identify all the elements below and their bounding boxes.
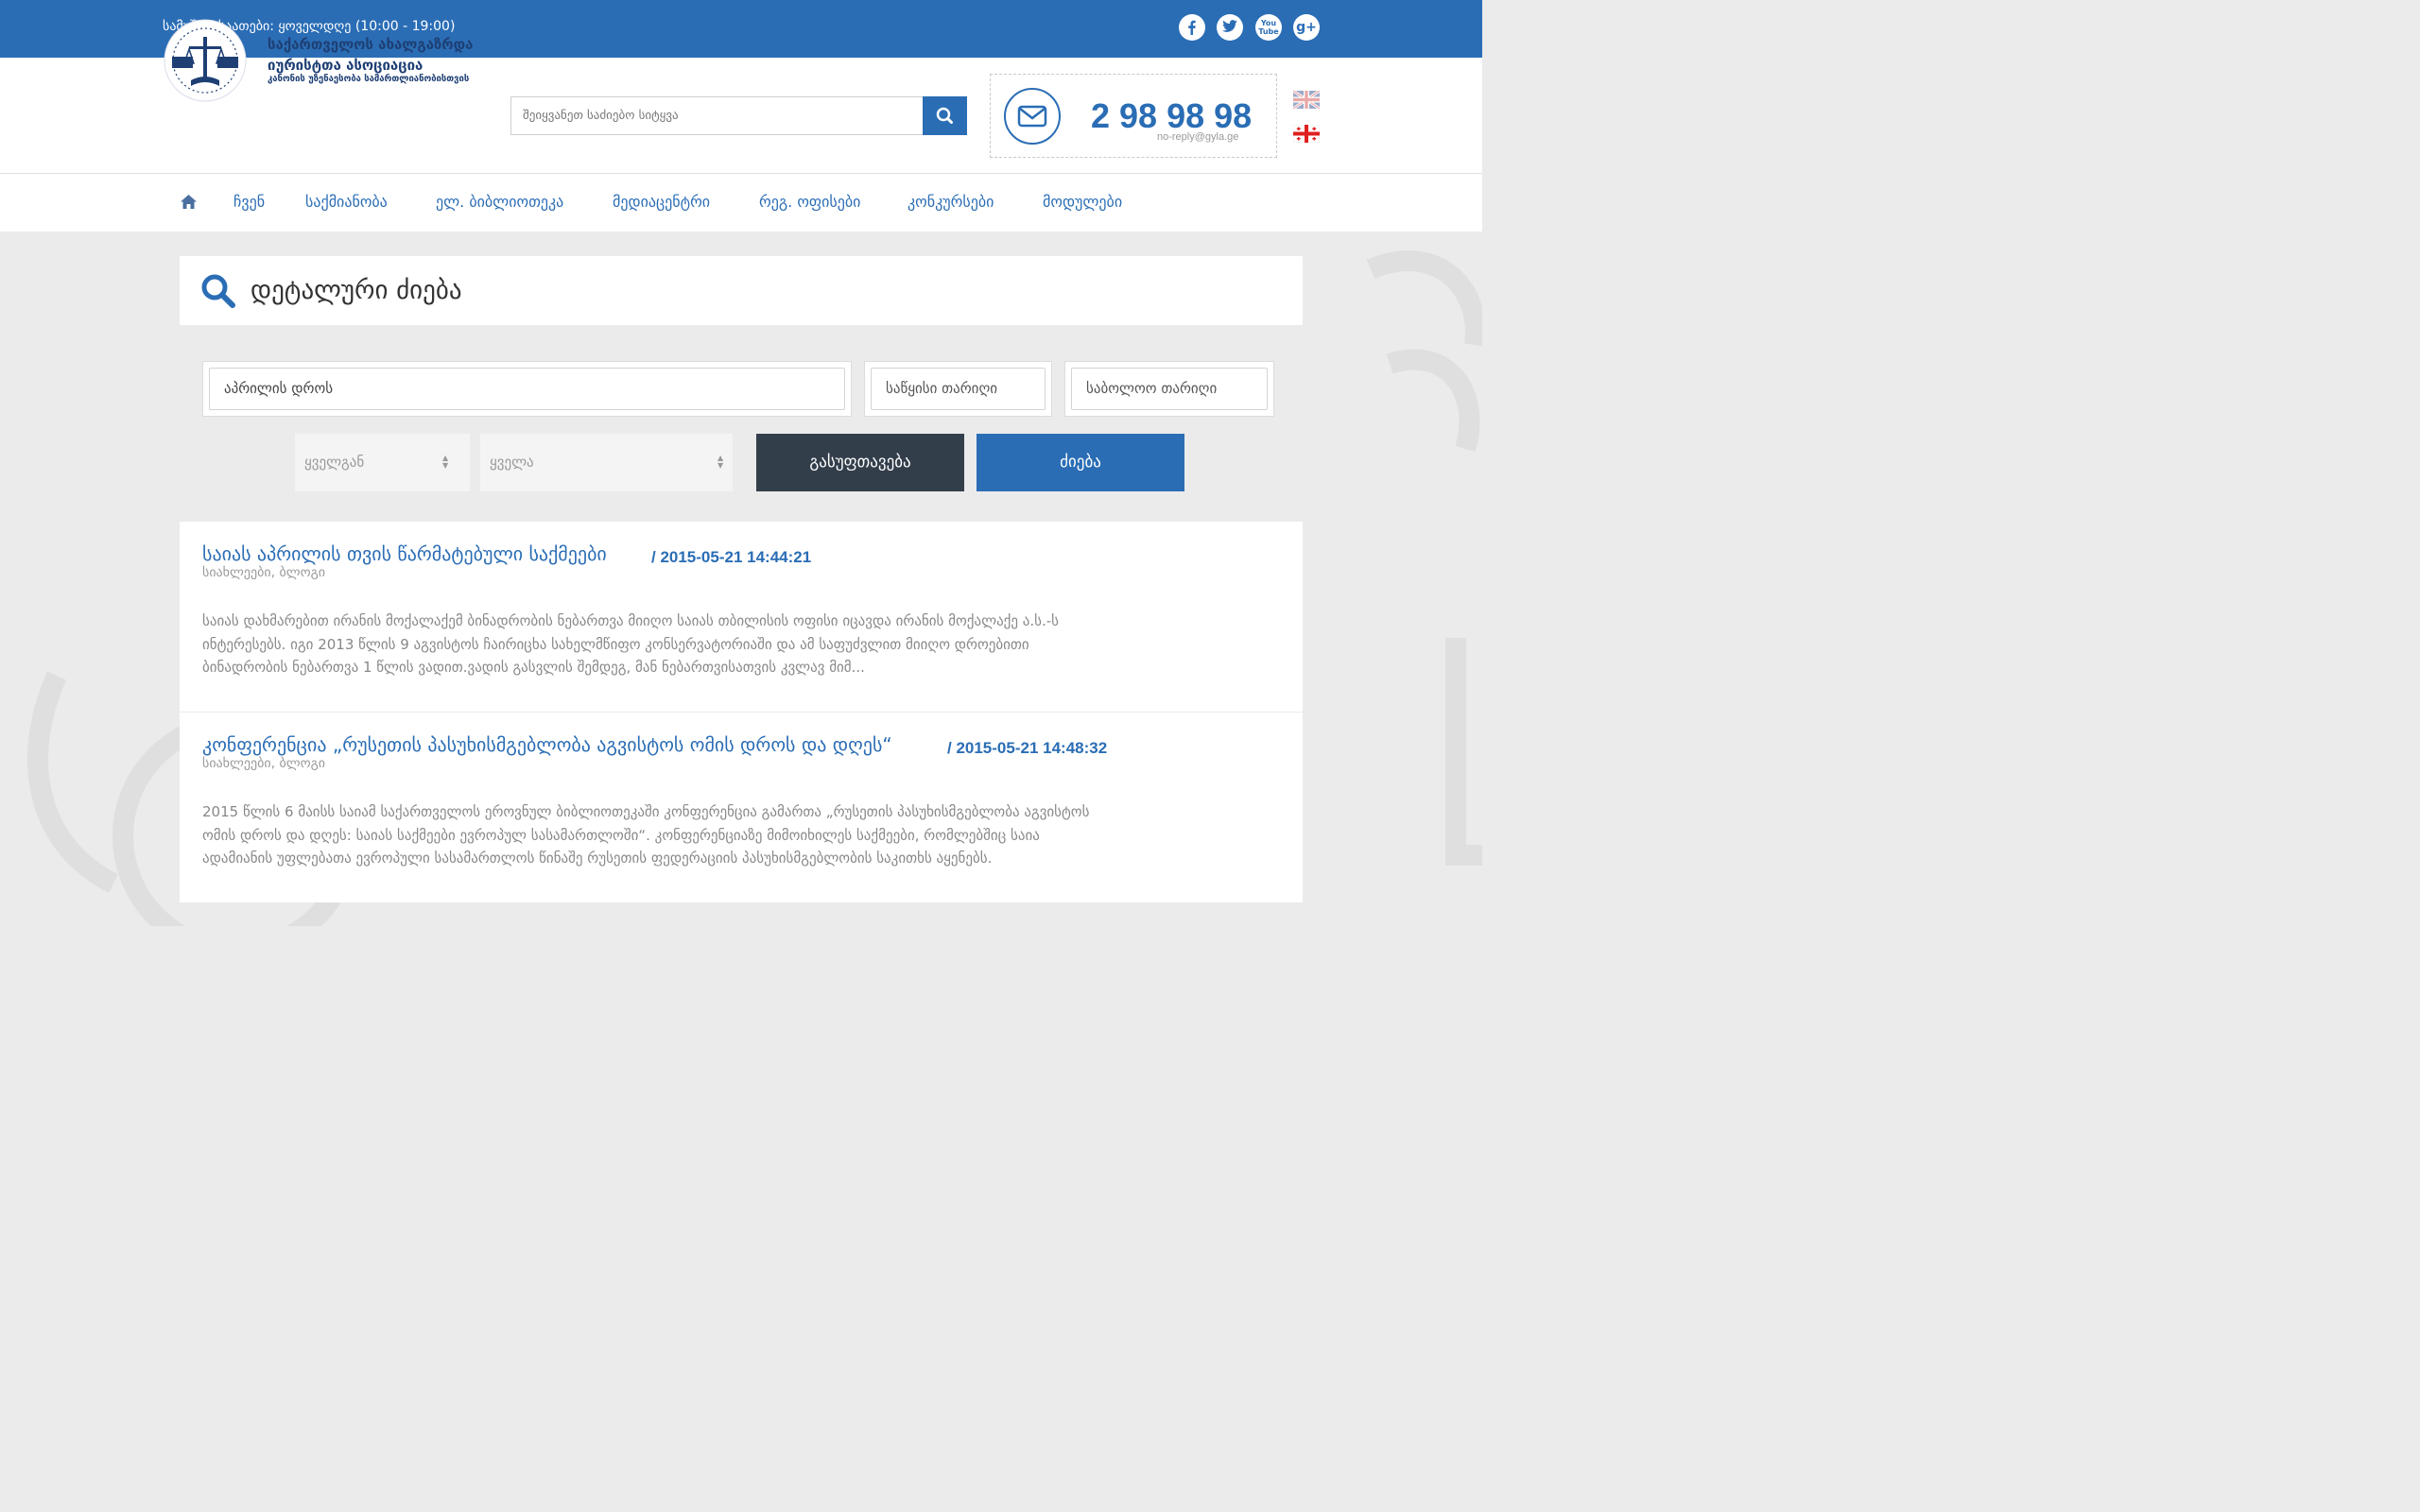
phone-number[interactable]: 2 98 98 98 (1091, 96, 1252, 136)
excerpt-line: ბინადრობის ნებართვა 1 წლის ვადით.ვადის გ… (202, 659, 865, 676)
excerpt-line: ომის დროს და დღეს: საიას საქმეები ევროპუ… (202, 826, 1040, 844)
result-date: / 2015-05-21 14:48:32 (947, 739, 1108, 757)
excerpt-line: ადამიანის უფლებათა ევროპული სასამართლოს … (202, 850, 993, 867)
facebook-icon[interactable] (1179, 14, 1205, 41)
excerpt-line: 2015 წლის 6 მაისს საიამ საქართველოს ეროვ… (202, 803, 1090, 820)
category-select[interactable]: ყველა ▲ ▼ (480, 434, 733, 491)
nav-item-activities[interactable]: საქმიანობა (305, 193, 388, 211)
search-icon (936, 107, 953, 124)
org-name-line-1: საქართველოს ახალგაზრდა (268, 36, 474, 53)
home-icon[interactable] (181, 195, 197, 209)
site-search-button[interactable] (923, 96, 967, 135)
site-search-input[interactable]: შეიყვანეთ საძიებო სიტყვა (510, 96, 924, 135)
main-navigation (0, 174, 1482, 232)
nav-item-competitions[interactable]: კონკურსები (908, 193, 994, 211)
nav-item-modules[interactable]: მოდულები (1043, 193, 1122, 211)
result-title[interactable]: საიას აპრილის თვის წარმატებული საქმეები (202, 542, 607, 565)
organization-name: საქართველოს ახალგაზრდა იურისტთა ასოციაცი… (268, 34, 494, 76)
excerpt-line: ინტერესებს. იგი 2013 წლის 9 აგვისტოს ჩაი… (202, 635, 1029, 653)
nav-item-e-library[interactable]: ელ. ბიბლიოთეკა (436, 193, 563, 211)
search-button[interactable]: ძიება (977, 434, 1184, 491)
clear-button[interactable]: გასუფთავება (756, 434, 964, 491)
category-select-value: ყველა (490, 454, 534, 471)
select-arrows-icon: ▲ ▼ (442, 454, 449, 470)
contact-email[interactable]: no-reply@gyla.ge (1157, 131, 1238, 143)
georgian-flag-icon[interactable] (1293, 125, 1320, 143)
youtube-icon[interactable]: You Tube (1255, 14, 1282, 41)
english-flag-icon[interactable] (1293, 91, 1320, 109)
twitter-icon[interactable] (1217, 14, 1243, 41)
mail-icon[interactable] (1004, 88, 1061, 145)
gyla-logo-emblem[interactable] (163, 18, 248, 103)
start-date-input[interactable]: საწყისი თარიღი (871, 368, 1046, 410)
result-title[interactable]: კონფერენცია „რუსეთის პასუხისმგებლობა აგვ… (202, 733, 892, 756)
page-title: დეტალური ძიება (251, 276, 462, 305)
source-select-value: ყველგან (304, 454, 365, 471)
result-categories[interactable]: სიახლეები, ბლოგი (202, 756, 325, 771)
result-date: / 2015-05-21 14:44:21 (651, 548, 812, 566)
query-input[interactable]: აპრილის დროს (209, 368, 845, 410)
organization-tagline: კანონის უზენაესობა სამართლიანობისთვის (268, 74, 470, 84)
nav-item-regional-offices[interactable]: რეგ. ოფისები (759, 193, 860, 211)
org-name-line-2: იურისტთა ასოციაცია (268, 57, 424, 74)
nav-item-media-center[interactable]: მედიაცენტრი (613, 193, 710, 211)
nav-item-about[interactable]: ჩვენ (233, 193, 265, 211)
result-excerpt: საიას დახმარებით ირანის მოქალაქემ ბინადრ… (202, 610, 1280, 679)
excerpt-line: საიას დახმარებით ირანის მოქალაქემ ბინადრ… (202, 612, 1059, 629)
select-arrows-icon: ▲ ▼ (717, 454, 724, 470)
end-date-input[interactable]: საბოლოო თარიღი (1071, 368, 1268, 410)
result-categories[interactable]: სიახლეები, ბლოგი (202, 565, 325, 580)
source-select[interactable]: ყველგან ▲ ▼ (295, 434, 470, 491)
google-plus-icon[interactable]: g+ (1293, 14, 1320, 41)
result-excerpt: 2015 წლის 6 მაისს საიამ საქართველოს ეროვ… (202, 800, 1280, 870)
search-icon (201, 274, 235, 308)
